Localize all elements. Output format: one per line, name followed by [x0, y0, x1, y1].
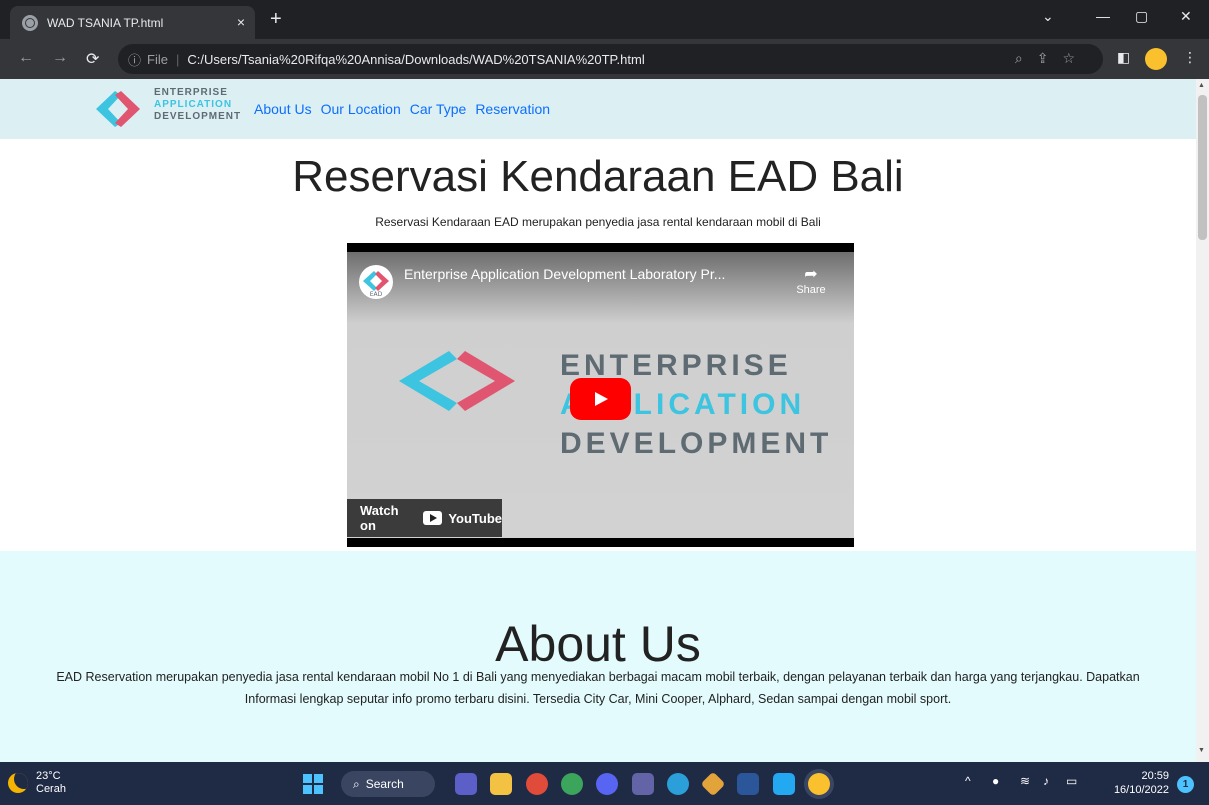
site-navbar: ENTERPRISE APPLICATION DEVELOPMENT About… — [0, 79, 1196, 139]
page-scrollbar[interactable]: ▲ ▼ — [1196, 79, 1209, 762]
play-button[interactable] — [570, 378, 631, 420]
address-bar[interactable]: ⓘ File | C:/Users/Tsania%20Rifqa%20Annis… — [118, 44, 1103, 74]
restore-button[interactable]: ▢ — [1135, 8, 1148, 25]
scroll-down-icon[interactable]: ▼ — [1198, 747, 1205, 754]
weather-widget[interactable]: 23°C Cerah — [8, 770, 66, 796]
channel-logo-icon: EAD — [363, 271, 389, 298]
channel-label: EAD — [370, 291, 383, 298]
side-panel-icon[interactable]: ◧ — [1117, 49, 1130, 66]
taskbar-search[interactable]: ⌕ Search — [341, 771, 435, 797]
address-url[interactable]: C:/Users/Tsania%20Rifqa%20Annisa/Downloa… — [187, 52, 644, 67]
chrome-active-icon[interactable] — [808, 773, 830, 795]
clock-date: 16/10/2022 — [1113, 784, 1169, 796]
windows-taskbar: 23°C Cerah ⌕ Search ^ ● ≋ ♪ ▭ 20:59 16/1… — [0, 762, 1209, 805]
scrollbar-thumb[interactable] — [1198, 95, 1207, 240]
tab-title: WAD TSANIA TP.html — [47, 15, 164, 30]
logo-line-1: ENTERPRISE — [154, 87, 228, 98]
battery-icon[interactable]: ▭ — [1066, 774, 1077, 788]
info-icon[interactable]: ⓘ — [128, 50, 141, 69]
logo-text: ENTERPRISE APPLICATION DEVELOPMENT — [154, 87, 241, 123]
profile-avatar[interactable] — [1145, 48, 1167, 70]
youtube-video-embed[interactable]: EAD Enterprise Application Development L… — [347, 243, 854, 547]
tab-close-button[interactable]: × — [237, 14, 245, 30]
address-separator: | — [175, 51, 180, 67]
video-title[interactable]: Enterprise Application Development Labor… — [404, 266, 725, 282]
notification-badge[interactable]: 1 — [1177, 776, 1194, 793]
address-bar-actions: ⌕⇪☆ — [1015, 50, 1089, 67]
chrome-profile-icon[interactable] — [561, 773, 583, 795]
back-button[interactable]: ← — [18, 49, 34, 67]
hero-subtitle: Reservasi Kendaraan EAD merupakan penyed… — [375, 215, 821, 229]
menu-icon[interactable]: ⋮ — [1183, 49, 1197, 66]
share-arrow-icon: ➦ — [804, 266, 818, 283]
close-window-button[interactable]: ✕ — [1180, 8, 1192, 25]
youtube-logo-icon — [422, 511, 443, 525]
search-icon: ⌕ — [353, 776, 360, 791]
video-thumbnail[interactable]: EAD Enterprise Application Development L… — [347, 252, 854, 538]
watch-on-youtube-button[interactable]: Watch on YouTube — [347, 499, 502, 537]
nav-link-reservation[interactable]: Reservation — [475, 101, 550, 117]
thumbnail-logo-icon — [399, 351, 515, 411]
file-explorer-icon[interactable] — [490, 773, 512, 795]
browser-tab[interactable]: WAD TSANIA TP.html × — [10, 6, 255, 39]
browser-toolbar: ← → ⟳ ⓘ File | C:/Users/Tsania%20Rifqa%2… — [0, 39, 1209, 79]
share-icon[interactable]: ⇪ — [1037, 50, 1063, 66]
wifi-icon[interactable]: ≋ — [1020, 774, 1030, 788]
edge-icon[interactable] — [667, 773, 689, 795]
word-icon[interactable] — [737, 773, 759, 795]
about-title: About Us — [495, 616, 701, 672]
start-logo-tile — [314, 785, 323, 794]
nav-link-our-location[interactable]: Our Location — [321, 101, 401, 117]
hero-title: Reservasi Kendaraan EAD Bali — [292, 152, 904, 201]
moon-icon — [8, 773, 28, 793]
minimize-button[interactable]: — — [1096, 8, 1110, 24]
ead-logo-icon — [96, 91, 140, 127]
teams-icon[interactable] — [632, 773, 654, 795]
watch-on-label: Watch on — [360, 503, 399, 533]
search-label: Search — [365, 777, 404, 791]
start-logo-tile — [303, 774, 312, 783]
weather-label: Cerah — [36, 783, 66, 795]
start-logo-tile — [303, 785, 312, 794]
page-viewport: ENTERPRISE APPLICATION DEVELOPMENT About… — [0, 79, 1196, 762]
tab-search-chevron-icon[interactable]: ⌄ — [1042, 8, 1054, 25]
new-tab-button[interactable]: + — [270, 8, 282, 31]
discord-icon[interactable] — [596, 773, 618, 795]
bookmark-star-icon[interactable]: ☆ — [1062, 50, 1089, 66]
globe-icon — [22, 14, 38, 31]
tray-chevron-icon[interactable]: ^ — [965, 774, 971, 788]
share-button[interactable]: ➦ Share — [793, 264, 829, 296]
start-logo-tile — [314, 774, 323, 783]
share-label: Share — [796, 284, 826, 296]
logo-line-3: DEVELOPMENT — [154, 111, 242, 122]
network-warning-icon[interactable]: ● — [992, 774, 999, 788]
chrome-app-icon[interactable] — [526, 773, 548, 795]
reload-button[interactable]: ⟳ — [86, 49, 99, 69]
nav-links: About Us Our Location Car Type Reservati… — [254, 101, 550, 117]
about-section: About Us EAD Reservation merupakan penye… — [0, 551, 1196, 762]
logo-line-2: APPLICATION — [154, 99, 233, 110]
temperature: 23°C — [36, 770, 61, 782]
vscode-icon[interactable] — [773, 773, 795, 795]
scroll-up-icon[interactable]: ▲ — [1198, 82, 1205, 89]
address-scheme-label: File — [147, 51, 168, 67]
browser-tab-strip: WAD TSANIA TP.html × + ⌄ — ▢ ✕ — [0, 0, 1209, 39]
about-text: EAD Reservation merupakan penyedia jasa … — [56, 670, 1140, 706]
forward-button[interactable]: → — [52, 49, 68, 67]
volume-icon[interactable]: ♪ — [1043, 774, 1049, 788]
thumbnail-line-3: DEVELOPMENT — [560, 427, 833, 460]
meet-app-icon[interactable] — [455, 773, 477, 795]
sourcetree-icon[interactable] — [700, 771, 726, 797]
start-button[interactable] — [303, 774, 323, 794]
clock[interactable]: 20:59 16/10/2022 — [1113, 769, 1169, 797]
clock-time: 20:59 — [1141, 770, 1169, 782]
youtube-label: YouTube — [448, 510, 502, 526]
nav-link-about-us[interactable]: About Us — [254, 101, 312, 117]
zoom-icon[interactable]: ⌕ — [1015, 50, 1037, 66]
channel-avatar[interactable]: EAD — [359, 265, 393, 299]
nav-link-car-type[interactable]: Car Type — [410, 101, 467, 117]
site-logo[interactable]: ENTERPRISE APPLICATION DEVELOPMENT — [95, 87, 240, 131]
